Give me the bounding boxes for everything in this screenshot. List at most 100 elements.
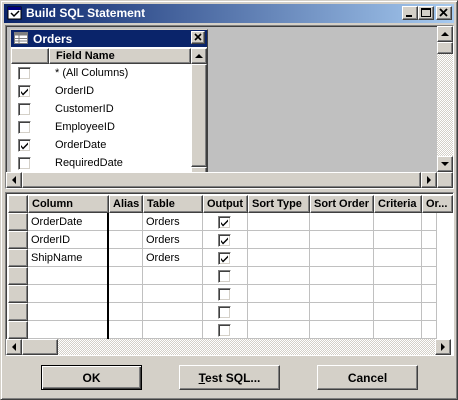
grid-cell-table[interactable] xyxy=(143,303,203,321)
row-selector[interactable] xyxy=(8,321,28,339)
col-header-or[interactable]: Or... xyxy=(422,195,453,213)
grid-hscrollbar[interactable] xyxy=(6,339,451,355)
grid-cell-sort-order[interactable] xyxy=(310,321,374,339)
col-header-table[interactable]: Table xyxy=(143,195,203,213)
field-checkbox[interactable] xyxy=(18,67,31,80)
grid-cell-criteria[interactable] xyxy=(374,303,422,321)
maximize-button[interactable] xyxy=(418,6,434,20)
grid-cell-sort-type[interactable] xyxy=(248,303,310,321)
scroll-thumb[interactable] xyxy=(22,172,421,188)
scroll-right-button[interactable] xyxy=(421,172,437,188)
grid-cell-criteria[interactable] xyxy=(374,321,422,339)
test-sql-button[interactable]: Test SQL... xyxy=(179,365,280,390)
grid-cell-sort-order[interactable] xyxy=(310,285,374,303)
col-header-criteria[interactable]: Criteria xyxy=(374,195,422,213)
row-selector[interactable] xyxy=(8,231,28,249)
grid-row[interactable] xyxy=(8,267,437,285)
grid-cell-criteria[interactable] xyxy=(374,231,422,249)
field-checkbox[interactable] xyxy=(18,157,31,170)
row-selector[interactable] xyxy=(8,285,28,303)
grid-cell-output[interactable] xyxy=(203,213,248,231)
grid-cell-sort-order[interactable] xyxy=(310,213,374,231)
diagram-hscrollbar[interactable] xyxy=(6,172,437,188)
field-row[interactable]: * (All Columns) xyxy=(11,64,191,82)
scroll-left-button[interactable] xyxy=(6,172,22,188)
field-row[interactable]: OrderDate xyxy=(11,136,191,154)
output-checkbox[interactable] xyxy=(218,252,231,265)
grid-cell-sort-type[interactable] xyxy=(248,213,310,231)
grid-row[interactable] xyxy=(8,285,437,303)
scroll-left-button[interactable] xyxy=(6,339,22,355)
grid-cell-output[interactable] xyxy=(203,267,248,285)
grid-cell-sort-order[interactable] xyxy=(310,249,374,267)
grid-cell-or[interactable] xyxy=(422,213,437,231)
scroll-up-button[interactable] xyxy=(437,26,453,42)
grid-cell-alias[interactable] xyxy=(109,213,143,231)
scroll-thumb[interactable] xyxy=(191,64,207,167)
scroll-right-button[interactable] xyxy=(435,339,451,355)
orders-table-box[interactable]: Orders Field Name * (All Columns) OrderID… xyxy=(10,29,208,184)
grid-row[interactable]: ShipName Orders xyxy=(8,249,437,267)
output-checkbox[interactable] xyxy=(218,324,231,337)
ok-button[interactable]: OK xyxy=(41,365,142,390)
field-checkbox[interactable] xyxy=(18,85,31,98)
grid-cell-alias[interactable] xyxy=(109,249,143,267)
table-box-close-button[interactable] xyxy=(191,31,205,44)
field-row[interactable]: OrderID xyxy=(11,82,191,100)
grid-cell-column[interactable] xyxy=(28,285,109,303)
grid-cell-table[interactable] xyxy=(143,285,203,303)
grid-cell-criteria[interactable] xyxy=(374,267,422,285)
grid-cell-table[interactable]: Orders xyxy=(143,249,203,267)
grid-row[interactable] xyxy=(8,303,437,321)
output-checkbox[interactable] xyxy=(218,288,231,301)
grid-cell-sort-type[interactable] xyxy=(248,249,310,267)
field-checkbox[interactable] xyxy=(18,121,31,134)
grid-cell-output[interactable] xyxy=(203,303,248,321)
grid-cell-sort-order[interactable] xyxy=(310,303,374,321)
col-header-column[interactable]: Column xyxy=(28,195,109,213)
minimize-button[interactable] xyxy=(402,6,418,20)
grid-cell-sort-type[interactable] xyxy=(248,231,310,249)
grid-cell-table[interactable] xyxy=(143,321,203,339)
scroll-thumb[interactable] xyxy=(22,339,58,355)
grid-cell-or[interactable] xyxy=(422,285,437,303)
title-bar[interactable]: Build SQL Statement xyxy=(4,4,454,23)
grid-cell-alias[interactable] xyxy=(109,321,143,339)
cancel-button[interactable]: Cancel xyxy=(317,365,418,390)
grid-row[interactable]: OrderID Orders xyxy=(8,231,437,249)
col-header-alias[interactable]: Alias xyxy=(109,195,143,213)
grid-cell-column[interactable] xyxy=(28,303,109,321)
output-checkbox[interactable] xyxy=(218,306,231,319)
diagram-pane[interactable]: Orders Field Name * (All Columns) OrderID… xyxy=(5,25,454,189)
grid-cell-output[interactable] xyxy=(203,249,248,267)
criteria-grid[interactable]: Column Alias Table Output Sort Type Sort… xyxy=(5,192,454,356)
grid-cell-sort-order[interactable] xyxy=(310,267,374,285)
grid-cell-output[interactable] xyxy=(203,231,248,249)
scroll-thumb[interactable] xyxy=(437,42,453,54)
grid-cell-table[interactable]: Orders xyxy=(143,213,203,231)
grid-cell-column[interactable]: OrderID xyxy=(28,231,109,249)
field-list-vscrollbar[interactable] xyxy=(191,48,207,183)
grid-cell-alias[interactable] xyxy=(109,303,143,321)
output-checkbox[interactable] xyxy=(218,216,231,229)
table-box-title-bar[interactable]: Orders xyxy=(11,30,207,47)
field-row[interactable]: EmployeeID xyxy=(11,118,191,136)
grid-cell-sort-type[interactable] xyxy=(248,321,310,339)
grid-cell-sort-type[interactable] xyxy=(248,285,310,303)
field-checkbox[interactable] xyxy=(18,103,31,116)
row-selector[interactable] xyxy=(8,213,28,231)
grid-cell-or[interactable] xyxy=(422,231,437,249)
grid-cell-criteria[interactable] xyxy=(374,285,422,303)
grid-cell-criteria[interactable] xyxy=(374,213,422,231)
scroll-down-button[interactable] xyxy=(437,156,453,172)
col-header-output[interactable]: Output xyxy=(203,195,248,213)
scroll-up-button[interactable] xyxy=(191,48,207,64)
close-button[interactable] xyxy=(436,6,452,20)
grid-cell-output[interactable] xyxy=(203,285,248,303)
grid-cell-or[interactable] xyxy=(422,303,437,321)
grid-cell-criteria[interactable] xyxy=(374,249,422,267)
row-selector[interactable] xyxy=(8,303,28,321)
grid-row[interactable] xyxy=(8,321,437,339)
field-row[interactable]: CustomerID xyxy=(11,100,191,118)
grid-cell-alias[interactable] xyxy=(109,285,143,303)
